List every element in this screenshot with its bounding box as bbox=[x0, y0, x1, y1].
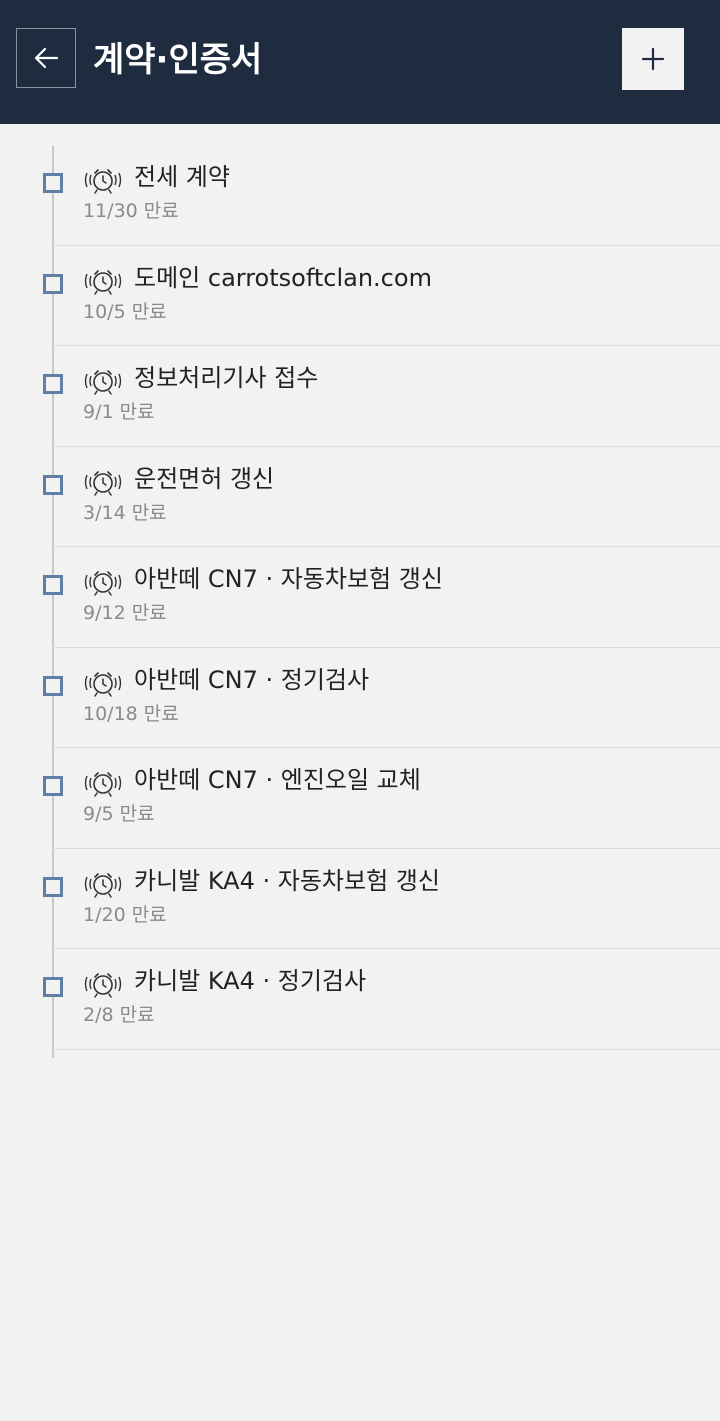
list-item[interactable]: 카니발 KA4 · 자동차보험 갱신 1/20 만료 bbox=[43, 849, 720, 949]
alarm-ringing-icon bbox=[84, 571, 122, 596]
item-checkbox[interactable] bbox=[43, 675, 63, 696]
list-item[interactable]: 아반떼 CN7 · 엔진오일 교체 9/5 만료 bbox=[43, 748, 720, 849]
item-title: 도메인 carrotsoftclan.com bbox=[134, 263, 432, 292]
back-button[interactable] bbox=[16, 28, 76, 88]
item-expiry: 10/18 만료 bbox=[83, 702, 179, 725]
list-item[interactable]: 카니발 KA4 · 정기검사 2/8 만료 bbox=[43, 949, 720, 1050]
item-expiry: 9/5 만료 bbox=[83, 803, 155, 825]
item-title: 운전면허 갱신 bbox=[134, 464, 275, 493]
item-title: 아반떼 CN7 · 엔진오일 교체 bbox=[134, 766, 421, 794]
reminder-list: 전세 계약 11/30 만료 도메인 carrotsoftclan.com 10… bbox=[0, 124, 720, 1050]
app-header: 계약·인증서 bbox=[0, 0, 720, 124]
item-title: 정보처리기사 접수 bbox=[134, 364, 319, 392]
item-checkbox[interactable] bbox=[43, 977, 63, 997]
item-expiry: 9/1 만료 bbox=[83, 401, 155, 423]
item-checkbox[interactable] bbox=[43, 474, 63, 495]
item-expiry: 11/30 만료 bbox=[83, 200, 179, 222]
item-title: 카니발 KA4 · 정기검사 bbox=[134, 967, 367, 995]
plus-icon bbox=[641, 47, 665, 71]
item-checkbox[interactable] bbox=[43, 876, 63, 897]
alarm-ringing-icon bbox=[84, 973, 122, 998]
list-item[interactable]: 정보처리기사 접수 9/1 만료 bbox=[43, 346, 720, 447]
page-title: 계약·인증서 bbox=[93, 40, 263, 80]
list-item[interactable]: 아반떼 CN7 · 정기검사 10/18 만료 bbox=[43, 648, 720, 748]
alarm-ringing-icon bbox=[84, 470, 122, 496]
item-checkbox[interactable] bbox=[43, 173, 63, 193]
item-title: 전세 계약 bbox=[134, 163, 230, 191]
item-expiry: 2/8 만료 bbox=[83, 1004, 155, 1026]
alarm-ringing-icon bbox=[84, 671, 122, 697]
list-item[interactable]: 아반떼 CN7 · 자동차보험 갱신 9/12 만료 bbox=[43, 547, 720, 648]
item-title: 카니발 KA4 · 자동차보험 갱신 bbox=[134, 866, 440, 895]
item-checkbox[interactable] bbox=[43, 575, 63, 595]
item-title: 아반떼 CN7 · 정기검사 bbox=[134, 665, 370, 694]
item-title: 아반떼 CN7 · 자동차보험 갱신 bbox=[134, 565, 443, 593]
item-expiry: 3/14 만료 bbox=[83, 501, 167, 524]
add-button[interactable] bbox=[622, 28, 684, 90]
alarm-ringing-icon bbox=[84, 872, 122, 898]
arrow-left-icon bbox=[34, 47, 59, 69]
list-item[interactable]: 전세 계약 11/30 만료 bbox=[43, 145, 720, 246]
list-item[interactable]: 운전면허 갱신 3/14 만료 bbox=[43, 447, 720, 547]
item-expiry: 1/20 만료 bbox=[83, 903, 167, 926]
item-checkbox[interactable] bbox=[43, 273, 63, 294]
alarm-ringing-icon bbox=[84, 772, 122, 797]
alarm-ringing-icon bbox=[84, 269, 122, 295]
item-checkbox[interactable] bbox=[43, 374, 63, 394]
alarm-ringing-icon bbox=[84, 370, 122, 395]
item-checkbox[interactable] bbox=[43, 776, 63, 796]
item-expiry: 10/5 만료 bbox=[83, 300, 167, 323]
list-item[interactable]: 도메인 carrotsoftclan.com 10/5 만료 bbox=[43, 246, 720, 346]
alarm-ringing-icon bbox=[84, 169, 122, 194]
item-expiry: 9/12 만료 bbox=[83, 602, 167, 624]
